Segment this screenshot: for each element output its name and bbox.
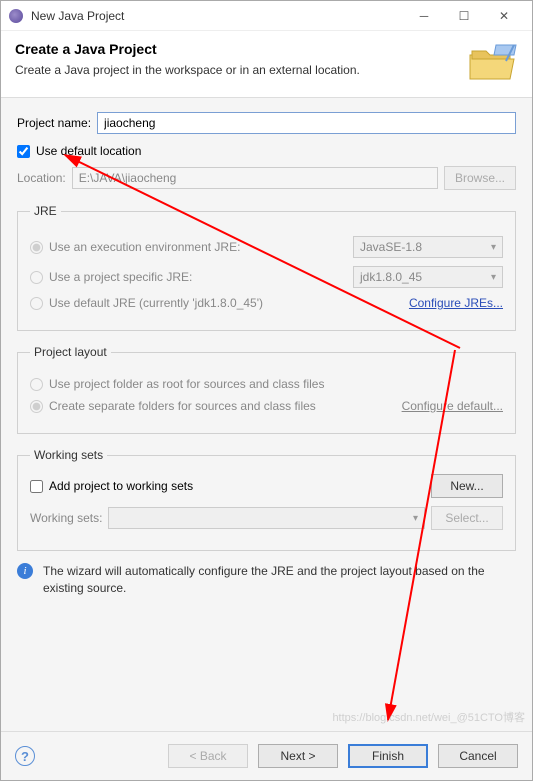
layout-separate-label: Create separate folders for sources and … [49,399,402,413]
jre-exec-env-label: Use an execution environment JRE: [49,240,353,254]
help-button[interactable]: ? [15,746,35,766]
titlebar: New Java Project ─ ☐ ✕ [1,1,532,31]
next-button[interactable]: Next > [258,744,338,768]
working-sets-select [108,507,425,529]
close-button[interactable]: ✕ [484,1,524,31]
project-layout-legend: Project layout [30,345,111,359]
working-sets-legend: Working sets [30,448,107,462]
project-name-label: Project name: [17,116,91,130]
configure-jres-link[interactable]: Configure JREs... [409,296,503,310]
layout-separate-radio[interactable] [30,400,43,413]
jre-group: JRE Use an execution environment JRE: Ja… [17,204,516,331]
use-default-location-label: Use default location [36,144,141,158]
jre-legend: JRE [30,204,61,218]
wizard-content: Project name: Use default location Locat… [1,98,532,731]
page-title: Create a Java Project [15,41,456,57]
minimize-button[interactable]: ─ [404,1,444,31]
wizard-folder-icon [466,41,518,83]
project-layout-group: Project layout Use project folder as roo… [17,345,516,434]
jre-exec-env-radio[interactable] [30,241,43,254]
wizard-footer: ? < Back Next > Finish Cancel [1,731,532,780]
location-input [72,167,438,189]
location-label: Location: [17,171,66,185]
jre-default-radio[interactable] [30,297,43,310]
jre-default-label: Use default JRE (currently 'jdk1.8.0_45'… [49,296,409,310]
info-icon: i [17,563,33,579]
info-text: The wizard will automatically configure … [43,563,516,597]
jre-exec-env-select[interactable]: JavaSE-1.8 [353,236,503,258]
working-sets-label: Working sets: [30,511,102,525]
browse-button: Browse... [444,166,516,190]
new-working-set-button[interactable]: New... [431,474,503,498]
maximize-button[interactable]: ☐ [444,1,484,31]
watermark: https://blog.csdn.net/wei_@51CTO博客 [332,709,525,725]
cancel-button[interactable]: Cancel [438,744,518,768]
use-default-location-checkbox[interactable] [17,145,30,158]
finish-button[interactable]: Finish [348,744,428,768]
eclipse-icon [9,9,23,23]
jre-specific-select[interactable]: jdk1.8.0_45 [353,266,503,288]
layout-root-label: Use project folder as root for sources a… [49,377,503,391]
working-sets-group: Working sets Add project to working sets… [17,448,516,551]
dialog-window: New Java Project ─ ☐ ✕ Create a Java Pro… [0,0,533,781]
window-title: New Java Project [31,9,404,23]
select-working-set-button: Select... [431,506,503,530]
info-message: i The wizard will automatically configur… [17,563,516,597]
configure-default-link[interactable]: Configure default... [402,399,503,413]
add-to-working-sets-checkbox[interactable] [30,480,43,493]
page-subtitle: Create a Java project in the workspace o… [15,63,456,77]
layout-root-radio[interactable] [30,378,43,391]
project-name-input[interactable] [97,112,516,134]
wizard-header: Create a Java Project Create a Java proj… [1,31,532,98]
jre-specific-radio[interactable] [30,271,43,284]
back-button: < Back [168,744,248,768]
jre-specific-label: Use a project specific JRE: [49,270,353,284]
add-to-working-sets-label: Add project to working sets [49,479,193,493]
